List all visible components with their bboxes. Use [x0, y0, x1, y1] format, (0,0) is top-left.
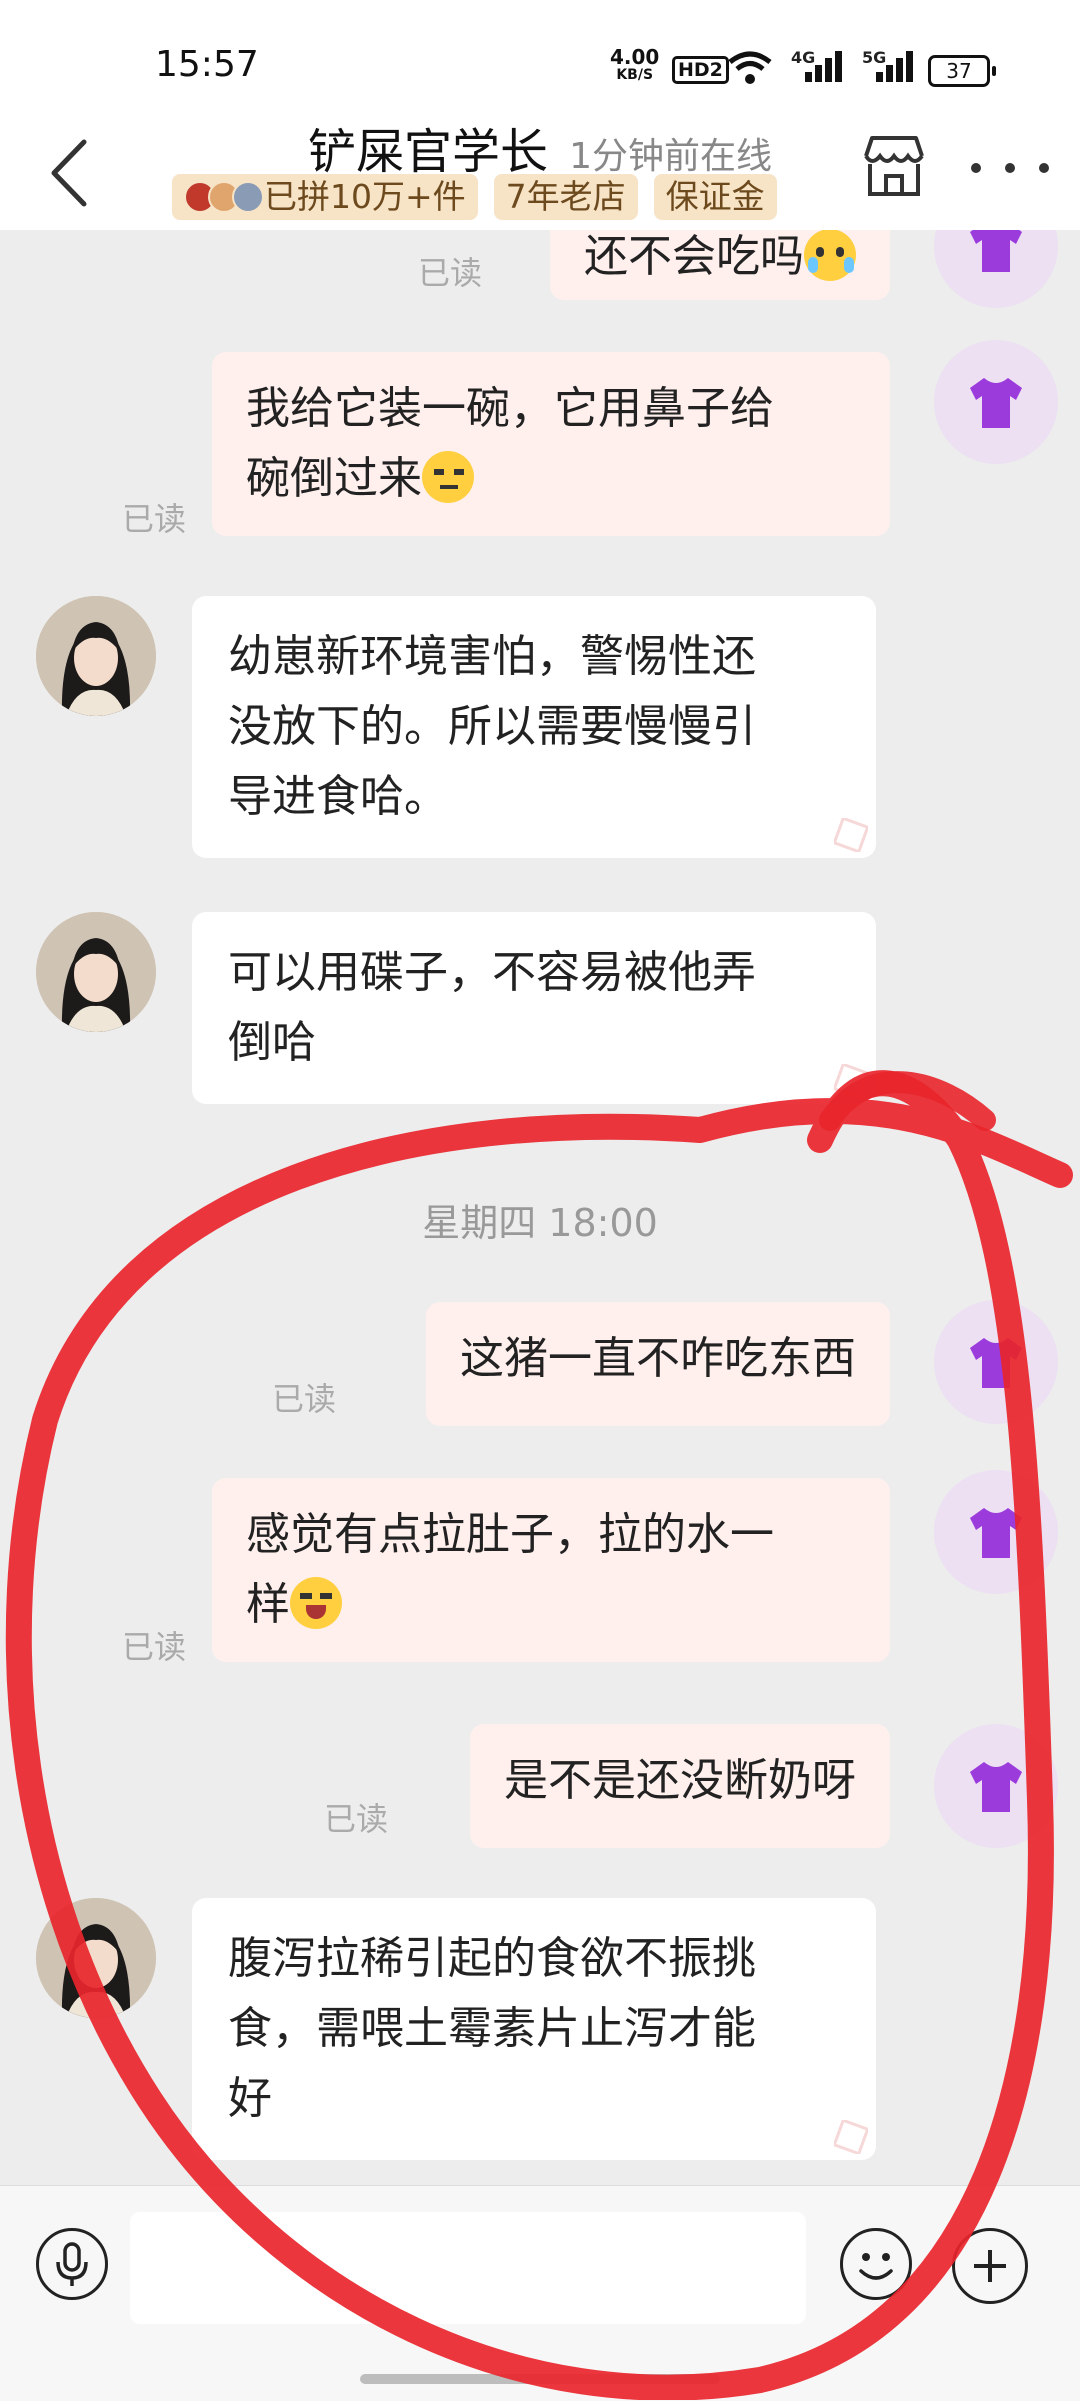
signal-5g-icon: 5G	[858, 48, 922, 88]
badge-shop-age: 7年老店	[493, 174, 638, 220]
user-avatar[interactable]	[934, 1300, 1058, 1424]
signal-4g-label: 4G	[791, 48, 816, 67]
emoji-thinking-icon	[422, 451, 474, 503]
read-receipt: 已读	[122, 500, 187, 538]
more-actions-button[interactable]	[952, 2228, 1028, 2304]
battery-indicator: 37	[928, 55, 996, 87]
message-text: 感觉有点拉肚子，拉的水一	[246, 1509, 774, 1560]
shirt-icon	[970, 1338, 1022, 1388]
avatar-photo-icon	[36, 1898, 156, 2018]
home-indicator[interactable]	[360, 2374, 720, 2384]
more-dots-icon[interactable]	[960, 148, 1060, 188]
hd-voice-icon: HD2	[672, 56, 729, 84]
message-bubble-incoming[interactable]: 腹泻拉稀引起的食欲不振挑 食，需喂土霉素片止泻才能 好	[192, 1898, 876, 2160]
signal-5g-label: 5G	[862, 48, 887, 67]
message-text: 这猪一直不咋吃东西	[460, 1333, 856, 1384]
message-bubble-outgoing[interactable]: 这猪一直不咋吃东西	[426, 1302, 890, 1426]
badge-deposit: 保证金	[653, 174, 777, 220]
stamp-icon	[834, 1064, 868, 1098]
emoji-laugh-cry-icon	[290, 1577, 342, 1629]
microphone-icon	[56, 2242, 88, 2286]
message-text: 碗倒过来	[246, 453, 422, 504]
shop-avatar[interactable]	[36, 596, 156, 716]
badge-sold-label: 已拼10万+件	[264, 177, 466, 216]
message-text: 是不是还没断奶呀	[504, 1755, 856, 1806]
voice-input-button[interactable]	[36, 2228, 108, 2300]
user-avatar[interactable]	[934, 230, 1058, 308]
message-text: 幼崽新环境害怕，警惕性还	[228, 631, 756, 682]
network-speed-unit: KB/S	[616, 67, 654, 83]
emoji-sweat-icon	[804, 230, 856, 281]
message-text: 还不会吃吗	[584, 231, 804, 282]
shirt-icon	[970, 1762, 1022, 1812]
message-bubble-incoming[interactable]: 可以用碟子，不容易被他弄 倒哈	[192, 912, 876, 1104]
wifi-icon	[728, 51, 772, 84]
shop-badges: 已拼10万+件 7年老店 保证金	[172, 174, 777, 220]
message-bubble-outgoing[interactable]: 感觉有点拉肚子，拉的水一 样	[212, 1478, 890, 1662]
message-text: 导进食哈。	[228, 771, 448, 822]
plus-icon	[974, 2250, 1006, 2282]
message-text: 没放下的。所以需要慢慢引	[228, 701, 756, 752]
message-input[interactable]	[130, 2212, 806, 2324]
shop-name[interactable]: 铲屎官学长	[308, 124, 548, 180]
signal-4g-icon: 4G	[783, 48, 847, 88]
message-bubble-incoming[interactable]: 幼崽新环境害怕，警惕性还 没放下的。所以需要慢慢引 导进食哈。	[192, 596, 876, 858]
message-text: 我给它装一碗，它用鼻子给	[246, 383, 774, 434]
message-text: 样	[246, 1579, 290, 1630]
message-bubble-outgoing[interactable]: 我给它装一碗，它用鼻子给 碗倒过来	[212, 352, 890, 536]
stamp-icon	[834, 818, 868, 852]
user-avatar[interactable]	[934, 340, 1058, 464]
chat-list[interactable]: 还不会吃吗 已读 我给它装一碗，它用鼻子给 碗倒过来 已读 幼崽新环境害怕，警惕…	[0, 230, 1080, 2185]
avatar-photo-icon	[36, 912, 156, 1032]
smiley-icon	[859, 2253, 893, 2280]
message-bubble-outgoing[interactable]: 是不是还没断奶呀	[470, 1724, 890, 1848]
read-receipt: 已读	[122, 1628, 187, 1666]
badge-sold: 已拼10万+件	[172, 174, 478, 220]
emoji-button[interactable]	[840, 2228, 912, 2300]
read-receipt: 已读	[324, 1800, 389, 1838]
clock: 15:57	[155, 44, 259, 85]
user-avatar[interactable]	[934, 1724, 1058, 1848]
shirt-icon	[970, 1508, 1022, 1558]
avatar-photo-icon	[36, 596, 156, 716]
shop-avatar[interactable]	[36, 1898, 156, 2018]
stamp-icon	[834, 2120, 868, 2154]
message-text: 食，需喂土霉素片止泻才能	[228, 2003, 756, 2054]
message-text: 好	[228, 2073, 272, 2124]
date-divider: 星期四 18:00	[422, 1201, 658, 1245]
read-receipt: 已读	[418, 254, 483, 292]
status-bar: 15:57 4.00 KB/S HD2 4G 5G 37	[0, 0, 1080, 120]
shop-avatar[interactable]	[36, 912, 156, 1032]
network-speed-value: 4.00	[610, 45, 660, 69]
shirt-icon	[970, 230, 1022, 272]
message-text: 腹泻拉稀引起的食欲不振挑	[228, 1933, 756, 1984]
online-status: 1分钟前在线	[569, 136, 772, 177]
user-avatar[interactable]	[934, 1470, 1058, 1594]
message-bubble-outgoing[interactable]: 还不会吃吗	[550, 230, 890, 300]
network-speed: 4.00 KB/S	[610, 45, 660, 84]
shirt-icon	[970, 378, 1022, 428]
message-text: 可以用碟子，不容易被他弄	[228, 947, 756, 998]
buyer-avatars-icon	[184, 181, 264, 213]
input-bar	[0, 2185, 1080, 2401]
message-text: 倒哈	[228, 1017, 316, 1068]
read-receipt: 已读	[272, 1380, 337, 1418]
chat-header: 铲屎官学长 1分钟前在线 已拼10万+件 7年老店 保证金	[0, 110, 1080, 230]
store-icon[interactable]	[858, 130, 930, 202]
